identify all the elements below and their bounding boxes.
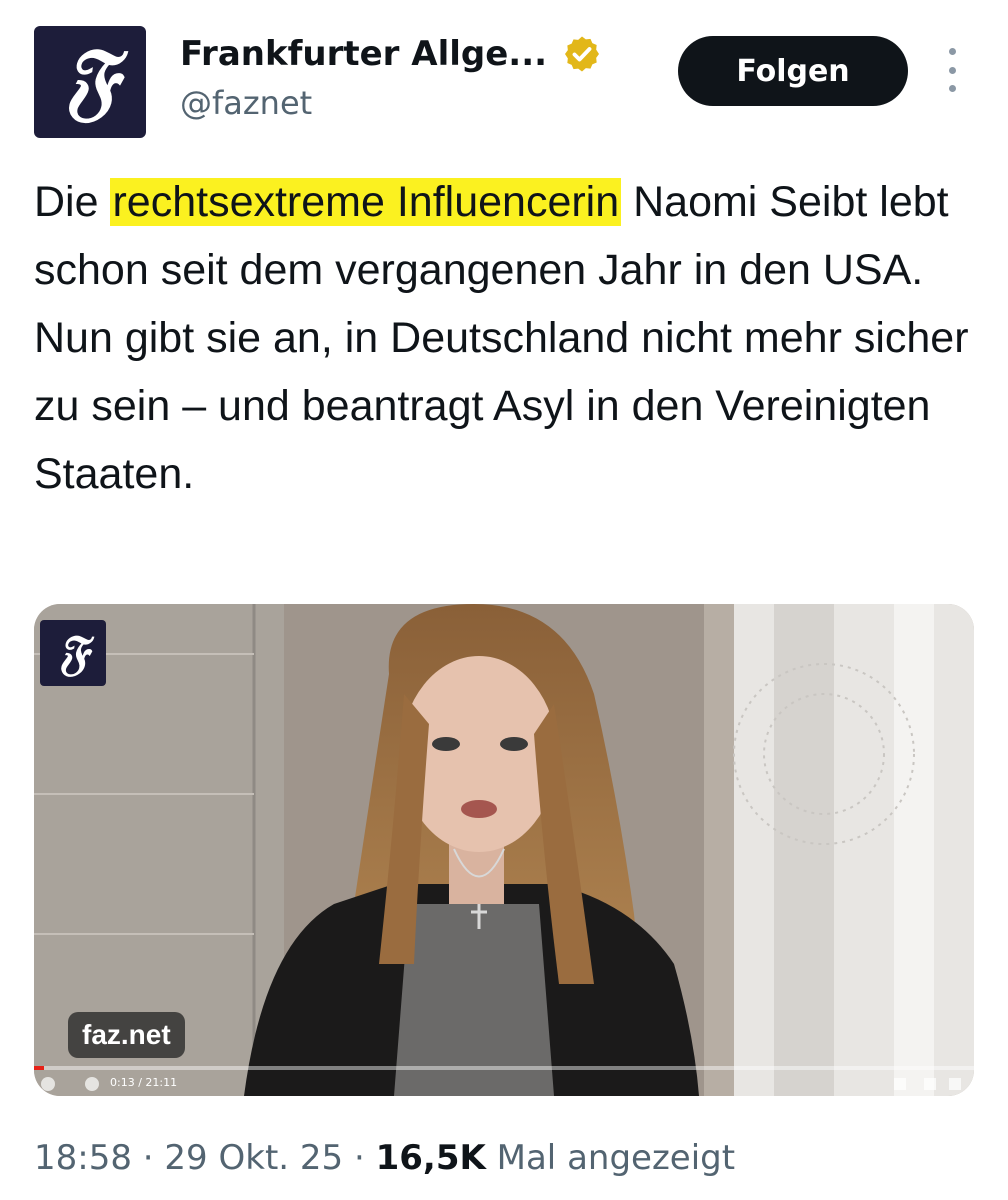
video-logo: 𝔉 (40, 620, 106, 686)
author-avatar[interactable]: 𝔉 (34, 26, 146, 138)
tweet-text: Die rechtsextreme Influencerin Naomi Sei… (34, 168, 974, 508)
tweet-date[interactable]: 29 Okt. 25 (164, 1138, 343, 1178)
tweet-meta: 18:58 · 29 Okt. 25 · 16,5K Mal angezeigt (34, 1138, 735, 1178)
more-options-icon[interactable] (940, 48, 964, 92)
faz-logo-icon: 𝔉 (62, 29, 118, 130)
faz-logo-icon: 𝔉 (57, 625, 89, 681)
views-label: Mal angezeigt (496, 1138, 736, 1178)
separator: · (353, 1138, 365, 1178)
author-handle[interactable]: @faznet (180, 84, 312, 122)
tweet-text-highlight: rechtsextreme Influencerin (110, 178, 622, 226)
follow-button[interactable]: Folgen (678, 36, 908, 106)
watermark-label: faz.net (68, 1012, 185, 1058)
tweet-text-before: Die (34, 178, 111, 226)
author-name[interactable]: Frankfurter Allge... (180, 34, 547, 74)
time-readout: 0:13 / 21:11 (110, 1076, 178, 1089)
video-thumbnail[interactable]: 𝔉 0:13 / 21:11 faz.net (34, 604, 974, 1096)
tweet-time[interactable]: 18:58 (34, 1138, 132, 1178)
views-count: 16,5K (375, 1138, 486, 1178)
verified-badge-icon (565, 36, 599, 72)
separator: · (142, 1138, 154, 1178)
tweet-text-after: Naomi Seibt lebt schon seit dem vergange… (34, 178, 969, 498)
